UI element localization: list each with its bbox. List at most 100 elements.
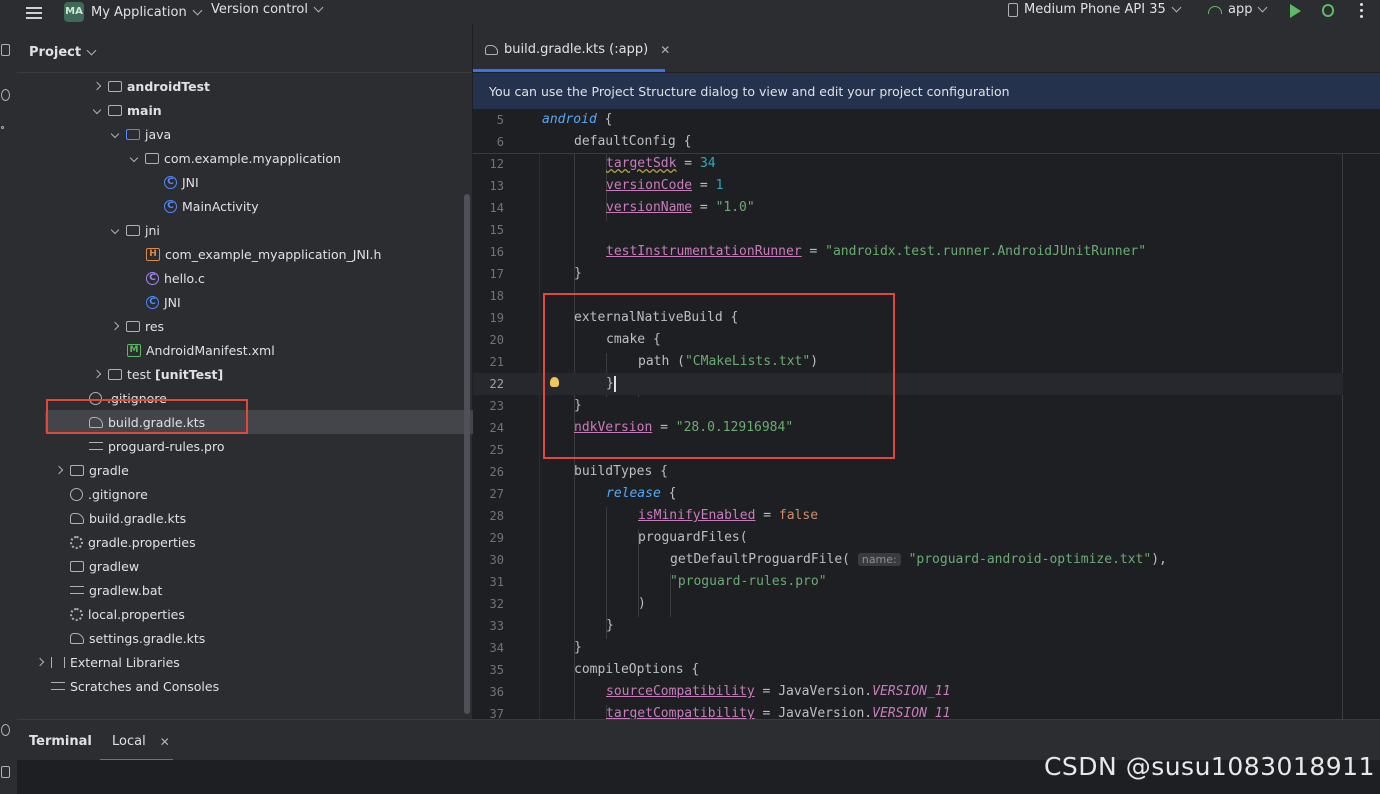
vcs-menu[interactable]: Version control bbox=[211, 2, 324, 17]
line-number: 5 bbox=[496, 113, 504, 127]
ignore-file-icon bbox=[70, 487, 83, 501]
tree-item-proguard[interactable]: proguard-rules.pro bbox=[17, 434, 533, 458]
tree-item-label: com_example_myapplication_JNI.h bbox=[165, 246, 382, 262]
folder-icon bbox=[108, 368, 122, 380]
header-file-icon: H bbox=[146, 247, 160, 261]
tree-item-androidtest[interactable]: androidTest bbox=[17, 74, 538, 98]
active-tab-indicator bbox=[473, 69, 665, 72]
tool-window-strip bbox=[0, 24, 18, 794]
parameter-hint: name: bbox=[857, 553, 901, 566]
tree-item-label: MainActivity bbox=[182, 198, 259, 214]
debug-icon[interactable] bbox=[1322, 4, 1334, 17]
c-source-icon: C bbox=[146, 271, 159, 285]
more-icon[interactable] bbox=[1360, 3, 1364, 21]
line-number: 13 bbox=[489, 179, 504, 193]
commit-tool-icon[interactable] bbox=[1, 89, 10, 101]
collapse-arrow-icon[interactable] bbox=[127, 153, 141, 164]
device-selector[interactable]: Medium Phone API 35 bbox=[1008, 2, 1182, 17]
tree-item-settings-gradle[interactable]: settings.gradle.kts bbox=[17, 626, 514, 650]
line-number: 6 bbox=[496, 135, 504, 149]
tree-item-gradle-folder[interactable]: gradle bbox=[17, 458, 500, 482]
project-tool-icon[interactable] bbox=[1, 44, 10, 56]
expand-arrow-icon[interactable] bbox=[52, 465, 66, 476]
chevron-down-icon bbox=[1171, 2, 1182, 13]
project-name: My Application bbox=[91, 4, 187, 20]
project-panel-title: Project bbox=[29, 45, 82, 60]
line-number: 20 bbox=[489, 333, 504, 347]
code-line[interactable]: 5 android { bbox=[473, 109, 1343, 131]
code-line[interactable]: 6 defaultConfig { bbox=[473, 131, 1343, 153]
tree-item-label: JNI bbox=[164, 294, 181, 310]
source-folder-icon bbox=[126, 128, 140, 140]
close-icon[interactable]: ✕ bbox=[660, 43, 670, 57]
vcs-label: Version control bbox=[211, 2, 308, 17]
expand-arrow-icon[interactable] bbox=[90, 81, 104, 92]
tree-item-label: AndroidManifest.xml bbox=[146, 342, 275, 358]
run-config-selector[interactable]: app bbox=[1208, 2, 1268, 17]
settings-file-icon bbox=[70, 535, 83, 549]
close-icon[interactable]: ✕ bbox=[160, 735, 170, 749]
expand-arrow-icon[interactable] bbox=[90, 369, 104, 380]
tree-item-main[interactable]: main bbox=[17, 98, 538, 122]
project-switcher[interactable]: MA My Application bbox=[64, 2, 203, 22]
tab-terminal-local[interactable]: Local ✕ bbox=[112, 734, 170, 749]
tree-item-external-libraries[interactable]: External Libraries bbox=[17, 650, 481, 674]
code-text: } bbox=[606, 618, 614, 633]
line-number: 25 bbox=[489, 443, 504, 457]
code-line: 31 "proguard-rules.pro" bbox=[473, 571, 1343, 593]
expand-arrow-icon[interactable] bbox=[33, 657, 47, 668]
project-scrollbar[interactable] bbox=[464, 194, 470, 714]
folder-icon bbox=[108, 104, 122, 116]
code-text: "proguard-rules.pro" bbox=[670, 574, 827, 589]
code-text: release { bbox=[606, 486, 677, 501]
tree-item-label: gradlew bbox=[89, 558, 140, 574]
folder-icon bbox=[108, 80, 122, 92]
main-menu-icon[interactable] bbox=[26, 4, 42, 22]
code-text: versionCode = 1 bbox=[606, 178, 724, 193]
tab-build-gradle-app[interactable]: build.gradle.kts (:app) ✕ bbox=[485, 42, 670, 57]
tree-item-local-properties[interactable]: local.properties bbox=[17, 602, 514, 626]
more-tools-icon[interactable] bbox=[1, 126, 4, 129]
line-number: 37 bbox=[489, 707, 504, 719]
tree-item-gradlew[interactable]: gradlew bbox=[17, 554, 514, 578]
line-number: 14 bbox=[489, 201, 504, 215]
tree-item-gitignore-root[interactable]: .gitignore bbox=[17, 482, 514, 506]
class-icon: C bbox=[146, 295, 159, 309]
tree-item-label: main bbox=[127, 102, 162, 118]
code-line: 26 buildTypes { bbox=[473, 461, 1343, 483]
code-text: targetCompatibility = JavaVersion.VERSIO… bbox=[606, 706, 951, 719]
code-line: 33 } bbox=[473, 615, 1343, 637]
code-text: compileOptions { bbox=[574, 662, 700, 677]
tree-item-label: hello.c bbox=[164, 270, 205, 286]
project-view-selector[interactable]: Project bbox=[29, 45, 97, 60]
tree-item-gradlew-bat[interactable]: gradlew.bat bbox=[17, 578, 514, 602]
run-icon[interactable] bbox=[1290, 4, 1301, 18]
line-number: 24 bbox=[489, 421, 504, 435]
tree-item-label: settings.gradle.kts bbox=[89, 630, 206, 646]
collapse-arrow-icon[interactable] bbox=[108, 225, 122, 236]
tree-item-label: com.example.myapplication bbox=[164, 150, 341, 166]
sticky-scroll-header: 5 android { 6 defaultConfig { bbox=[473, 109, 1380, 154]
expand-arrow-icon[interactable] bbox=[108, 321, 122, 332]
tree-item-gradle-properties[interactable]: gradle.properties bbox=[17, 530, 514, 554]
tree-item-test[interactable]: test [unitTest] bbox=[17, 362, 538, 386]
code-text: sourceCompatibility = JavaVersion.VERSIO… bbox=[606, 684, 951, 699]
collapse-arrow-icon[interactable] bbox=[90, 105, 104, 116]
line-number: 31 bbox=[489, 575, 504, 589]
code-line: 32 ) bbox=[473, 593, 1343, 615]
banner-text: You can use the Project Structure dialog… bbox=[489, 83, 1010, 99]
collapse-arrow-icon[interactable] bbox=[108, 129, 122, 140]
line-number: 29 bbox=[489, 531, 504, 545]
settings-file-icon bbox=[70, 607, 83, 621]
text-file-icon bbox=[89, 442, 103, 450]
tree-item-scratches[interactable]: Scratches and Consoles bbox=[17, 674, 495, 698]
chevron-down-icon bbox=[1258, 2, 1268, 13]
chevron-down-icon bbox=[313, 2, 324, 13]
problems-tool-icon[interactable] bbox=[1, 766, 10, 778]
tree-item-label: gradle bbox=[89, 462, 129, 478]
tree-item-build-gradle-root[interactable]: build.gradle.kts bbox=[17, 506, 514, 530]
code-text: ) bbox=[638, 596, 646, 611]
terminal-tool-icon[interactable] bbox=[1, 724, 10, 736]
chevron-down-icon bbox=[86, 45, 97, 56]
device-label: Medium Phone API 35 bbox=[1024, 2, 1166, 17]
